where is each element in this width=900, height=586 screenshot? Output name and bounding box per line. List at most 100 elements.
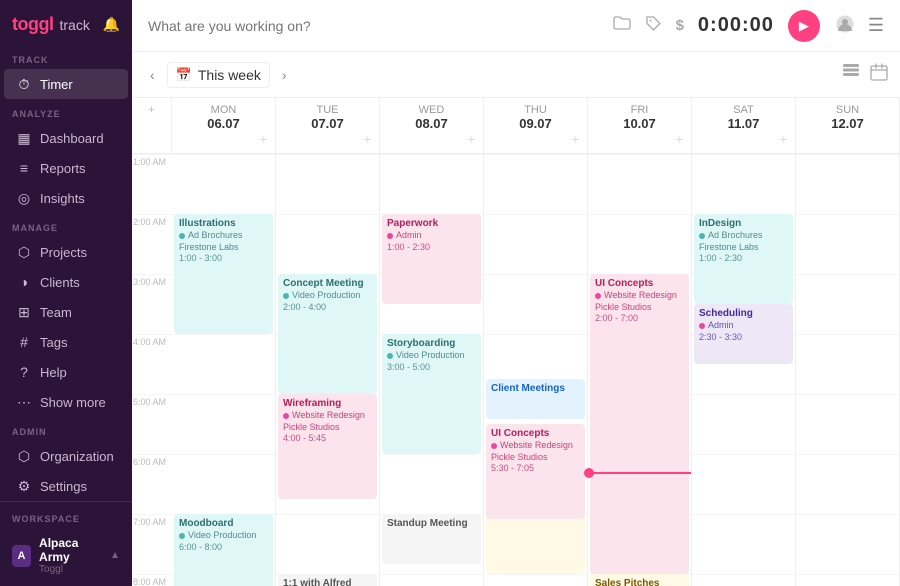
cal-event-scheduling[interactable]: SchedulingAdmin2:30 - 3:30 <box>694 304 793 364</box>
next-week-button[interactable]: › <box>276 65 293 85</box>
fri-abbr: FRI <box>631 104 649 116</box>
timer-icon: ⏱ <box>16 76 32 92</box>
time-8am: 8:00 AM <box>132 574 172 586</box>
search-input[interactable] <box>148 18 605 34</box>
sat-abbr: SAT <box>733 104 754 116</box>
projects-icon: ⬡ <box>16 244 32 260</box>
cal-event-concept-meeting[interactable]: Concept MeetingVideo Production2:00 - 4:… <box>278 274 377 394</box>
sidebar-item-label-help: Help <box>40 365 67 380</box>
dollar-icon[interactable]: $ <box>676 17 684 34</box>
calendar-body: 1:00 AM 2:00 AM 3:00 AM 4:00 AM 5:00 AM … <box>132 154 900 586</box>
sidebar-item-reports[interactable]: ≡ Reports <box>4 153 128 183</box>
day-col-tue: Concept MeetingVideo Production2:00 - 4:… <box>276 154 380 586</box>
sidebar-logo: toggl track 🔔 <box>0 0 132 45</box>
header-mon: MON 06.07 + <box>172 98 276 153</box>
timer-display: 0:00:00 <box>698 14 774 37</box>
sidebar-item-label-reports: Reports <box>40 161 86 176</box>
settings-icon: ⚙ <box>16 478 32 494</box>
sidebar-item-timer[interactable]: ⏱ Timer <box>4 69 128 99</box>
menu-icon[interactable]: ☰ <box>868 15 884 36</box>
list-view-icon[interactable] <box>842 63 860 86</box>
user-profile[interactable]: SH Simon Hue simon.hue@gmail.co... <box>0 581 132 586</box>
play-button[interactable]: ▶ <box>788 10 820 42</box>
time-3am: 3:00 AM <box>132 274 172 334</box>
prev-week-button[interactable]: ‹ <box>144 65 161 85</box>
time-4am: 4:00 AM <box>132 334 172 394</box>
wed-add-btn[interactable]: + <box>467 131 479 147</box>
sidebar-item-dashboard[interactable]: ▦ Dashboard <box>4 123 128 153</box>
thu-abbr: THU <box>524 104 547 116</box>
header-fri: FRI 10.07 + <box>588 98 692 153</box>
fri-add-btn[interactable]: + <box>675 131 687 147</box>
section-admin-label: ADMIN <box>0 417 132 441</box>
cal-event-ui-concepts-thu[interactable]: UI ConceptsWebsite RedesignPickle Studio… <box>486 424 585 519</box>
cal-event-moodboard[interactable]: MoodboardVideo Production6:00 - 8:00 <box>174 514 273 586</box>
sidebar-item-label-timer: Timer <box>40 77 73 92</box>
section-track-label: TRACK <box>0 45 132 69</box>
dashboard-icon: ▦ <box>16 130 32 146</box>
reports-icon: ≡ <box>16 160 32 176</box>
cal-event-ui-concepts-fri[interactable]: UI ConceptsWebsite RedesignPickle Studio… <box>590 274 689 574</box>
sun-num: 12.07 <box>800 116 895 131</box>
logo-brand: toggl <box>12 14 53 35</box>
add-time-btn[interactable]: + <box>148 104 154 116</box>
cal-event-sales-pitches-fri[interactable]: Sales Pitches7:00 - 8:00 <box>590 574 689 586</box>
time-7am: 7:00 AM <box>132 514 172 574</box>
cal-event-11-with-alfred[interactable]: 1:1 with Alfred7:00 - 8:00 <box>278 574 377 586</box>
days-grid: IllustrationsAd BrochuresFirestone Labs1… <box>172 154 900 586</box>
sidebar-item-label-team: Team <box>40 305 72 320</box>
section-manage-label: MANAGE <box>0 213 132 237</box>
cal-event-standup-meeting[interactable]: Standup Meeting <box>382 514 481 564</box>
sidebar-item-projects[interactable]: ⬡ Projects <box>4 237 128 267</box>
sidebar-item-organization[interactable]: ⬡ Organization <box>4 441 128 471</box>
insights-icon: ◎ <box>16 190 32 206</box>
sat-num: 11.07 <box>696 116 791 131</box>
sidebar-item-help[interactable]: ? Help <box>4 357 128 387</box>
sidebar-item-label-tags: Tags <box>40 335 67 350</box>
week-selector[interactable]: 📅 This week <box>167 62 270 88</box>
workspace-info: Alpaca Army Toggl <box>39 536 102 575</box>
header-sat: SAT 11.07 + <box>692 98 796 153</box>
header-sun: SUN 12.07 <box>796 98 900 153</box>
time-column: 1:00 AM 2:00 AM 3:00 AM 4:00 AM 5:00 AM … <box>132 154 172 586</box>
mon-add-btn[interactable]: + <box>259 131 271 147</box>
sidebar: toggl track 🔔 TRACK ⏱ Timer ANALYZE ▦ Da… <box>0 0 132 586</box>
cal-event-client-meetings[interactable]: Client Meetings <box>486 379 585 419</box>
sidebar-bottom: WORKSPACE A Alpaca Army Toggl ▲ SH Simon… <box>0 501 132 586</box>
cal-event-paperwork[interactable]: PaperworkAdmin1:00 - 2:30 <box>382 214 481 304</box>
sidebar-item-clients[interactable]: ◑ Clients <box>4 267 128 297</box>
calendar-header: + MON 06.07 + TUE 07.07 + WED 08.07 + TH… <box>132 98 900 154</box>
sun-abbr: SUN <box>836 104 859 116</box>
topbar: $ 0:00:00 ▶ ☰ <box>132 0 900 52</box>
calendar-view-controls <box>842 63 888 86</box>
sidebar-item-settings[interactable]: ⚙ Settings <box>4 471 128 501</box>
topbar-icons: $ 0:00:00 ▶ ☰ <box>613 10 884 42</box>
tue-num: 07.07 <box>280 116 375 131</box>
sidebar-item-show-more[interactable]: ⋯ Show more <box>4 387 128 417</box>
sidebar-item-insights[interactable]: ◎ Insights <box>4 183 128 213</box>
tue-add-btn[interactable]: + <box>363 131 375 147</box>
section-analyze-label: ANALYZE <box>0 99 132 123</box>
sat-add-btn[interactable]: + <box>779 131 791 147</box>
show-more-icon: ⋯ <box>16 394 32 410</box>
sidebar-item-team[interactable]: ⊞ Team <box>4 297 128 327</box>
thu-add-btn[interactable]: + <box>571 131 583 147</box>
cal-event-indesign[interactable]: InDesignAd BrochuresFirestone Labs1:00 -… <box>694 214 793 304</box>
workspace-switcher[interactable]: A Alpaca Army Toggl ▲ <box>0 530 132 581</box>
cal-event-wireframing[interactable]: WireframingWebsite RedesignPickle Studio… <box>278 394 377 499</box>
cal-event-storyboarding[interactable]: StoryboardingVideo Production3:00 - 5:00 <box>382 334 481 454</box>
tag-icon[interactable] <box>645 15 662 37</box>
day-col-sun <box>796 154 900 586</box>
time-1am: 1:00 AM <box>132 154 172 214</box>
cal-event-illustrations[interactable]: IllustrationsAd BrochuresFirestone Labs1… <box>174 214 273 334</box>
notification-icon[interactable]: 🔔 <box>103 16 120 33</box>
day-col-sat: InDesignAd BrochuresFirestone Labs1:00 -… <box>692 154 796 586</box>
organization-icon: ⬡ <box>16 448 32 464</box>
header-thu: THU 09.07 + <box>484 98 588 153</box>
team-icon: ⊞ <box>16 304 32 320</box>
folder-icon[interactable] <box>613 16 631 35</box>
sidebar-item-tags[interactable]: # Tags <box>4 327 128 357</box>
help-icon: ? <box>16 364 32 380</box>
calendar-view-icon[interactable] <box>870 63 888 86</box>
day-col-thu: Sales Pitches6:30 - 8:00Client MeetingsU… <box>484 154 588 586</box>
